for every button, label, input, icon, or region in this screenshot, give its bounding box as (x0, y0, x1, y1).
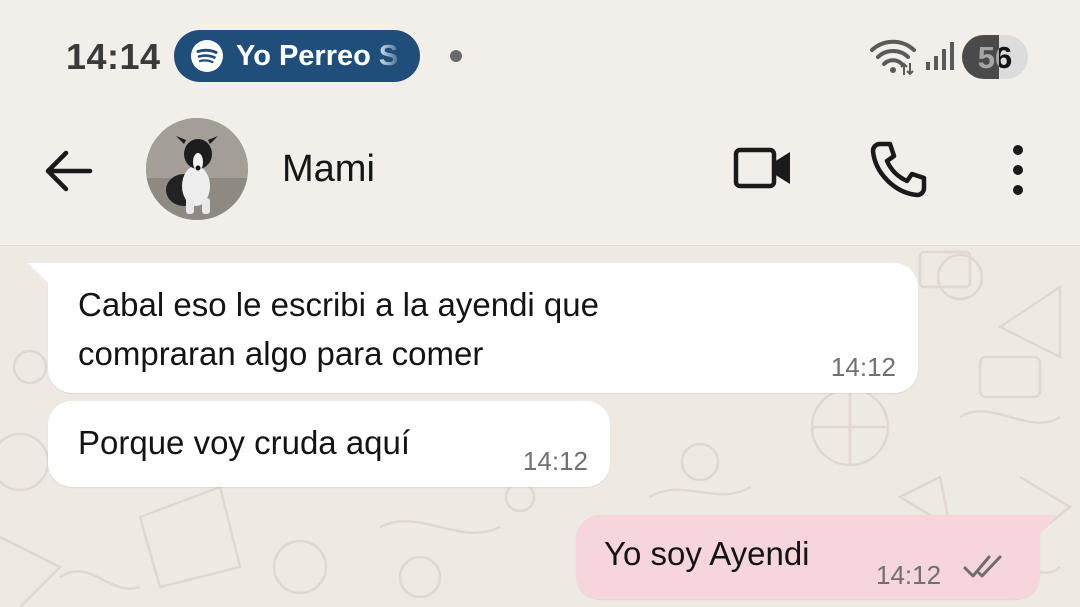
status-bar: 14:14 Yo Perreo S 56 (0, 0, 1080, 110)
contact-name[interactable]: Mami (282, 148, 375, 191)
dot-icon (450, 50, 462, 62)
battery-level-label: 56 (977, 40, 1013, 75)
message-timestamp: 14:12 (876, 560, 942, 590)
video-call-icon[interactable] (730, 140, 796, 196)
media-playback-chip[interactable]: Yo Perreo S (174, 30, 420, 82)
message-line: compraran algo para comer (78, 335, 484, 372)
media-title: Yo Perreo S (236, 39, 399, 72)
double-check-icon (963, 555, 1002, 578)
spotify-icon (191, 40, 223, 72)
signal-icon (926, 42, 954, 70)
bubble-tail (1038, 515, 1058, 535)
message-line: Yo soy Ayendi (604, 535, 810, 572)
bubble-tail (28, 263, 50, 285)
message-timestamp: 14:12 (830, 352, 896, 382)
battery-indicator: 56 (962, 35, 1028, 79)
more-vertical-icon[interactable] (1000, 140, 1036, 200)
message-text: Cabal eso le escribi a la ayendi que com… (78, 280, 599, 378)
puppy-avatar-image (146, 118, 248, 220)
message-text: Porque voy cruda aquí (78, 418, 410, 467)
message-bubble-incoming[interactable]: Porque voy cruda aquí 14:12 (48, 401, 610, 487)
phone-icon[interactable] (868, 138, 930, 200)
status-clock: 14:14 (66, 36, 161, 77)
message-timestamp: 14:12 (522, 446, 588, 476)
message-bubble-outgoing[interactable]: Yo soy Ayendi 14:12 (576, 515, 1058, 599)
message-list[interactable]: Cabal eso le escribi a la ayendi que com… (0, 247, 1080, 607)
wifi-icon (870, 39, 916, 76)
chat-header: Mami (0, 110, 1080, 246)
arrow-left-icon[interactable] (40, 146, 98, 196)
avatar[interactable] (146, 118, 248, 220)
message-text: Yo soy Ayendi (604, 529, 810, 578)
message-bubble-incoming[interactable]: Cabal eso le escribi a la ayendi que com… (28, 263, 918, 393)
message-line: Cabal eso le escribi a la ayendi que (78, 286, 599, 323)
message-line: Porque voy cruda aquí (78, 424, 411, 461)
